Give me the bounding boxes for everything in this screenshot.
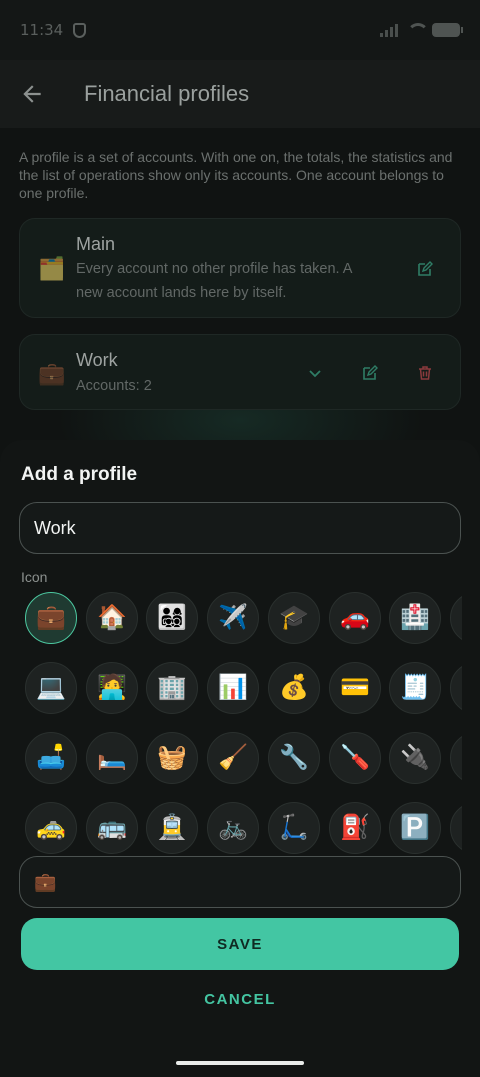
briefcase-icon: 💼	[38, 361, 66, 386]
icon-option[interactable]: 🪛	[329, 732, 381, 784]
icon-option-glyph: 🚗	[340, 604, 370, 631]
page-title: Financial profiles	[84, 81, 250, 106]
profile-name: Main	[76, 234, 116, 254]
icon-option-glyph: 🚌	[97, 814, 127, 841]
icon-option[interactable]: 🛏️	[86, 732, 138, 784]
icon-option[interactable]: 🔧	[268, 732, 320, 784]
icon-option-glyph: 🧾	[400, 674, 430, 701]
sheet-title: Add a profile	[21, 464, 138, 485]
app-bar: Financial profiles	[0, 60, 480, 128]
icon-option[interactable]: 🏠	[86, 592, 138, 644]
status-time: 11:34	[20, 21, 64, 39]
profile-card-main[interactable]: 🗂️ Main Every account no other profile h…	[19, 218, 461, 318]
icon-option-glyph: 🛴	[279, 814, 309, 841]
profile-subtitle: Every account no other profile has taken…	[76, 261, 352, 301]
icon-option-glyph: 🔧	[279, 744, 309, 771]
icon-option[interactable]	[450, 662, 462, 714]
icon-option[interactable]	[450, 802, 462, 854]
icon-option[interactable]: 🚕	[25, 802, 77, 854]
icon-option[interactable]: 🅿️	[389, 802, 441, 854]
icon-option[interactable]: 🚊	[146, 802, 198, 854]
icon-option[interactable]: 👨‍👩‍👧‍👦	[146, 592, 198, 644]
edit-icon	[363, 365, 378, 380]
icon-option-glyph: 🏠	[97, 604, 127, 631]
icon-option-glyph: 🚕	[36, 814, 66, 841]
icon-option-glyph: 🏢	[157, 674, 187, 701]
icon-option-glyph: ✈️	[218, 604, 248, 631]
profile-card-work[interactable]: 💼 Work Accounts: 2	[19, 334, 461, 410]
icon-option[interactable]: ✈️	[207, 592, 259, 644]
icon-option[interactable]: 💰	[268, 662, 320, 714]
expand-button[interactable]	[300, 358, 330, 388]
icon-option[interactable]: 🚲	[207, 802, 259, 854]
edit-profile-button[interactable]	[355, 358, 385, 388]
icon-option-glyph: 👨‍👩‍👧‍👦	[157, 604, 187, 631]
icon-option[interactable]	[450, 592, 462, 644]
icon-option-glyph: 🪛	[340, 744, 370, 771]
icon-option[interactable]: 🏥	[389, 592, 441, 644]
edit-icon	[418, 261, 433, 276]
screen: 11:34 Financial profiles A profile is a …	[0, 0, 480, 1077]
icon-option[interactable]	[450, 732, 462, 784]
icon-option-glyph: 🎓	[279, 604, 309, 631]
icon-option-glyph: 💻	[36, 674, 66, 701]
status-bar: 11:34	[0, 0, 480, 60]
icon-option[interactable]: 💻	[25, 662, 77, 714]
icon-option[interactable]: 🚗	[329, 592, 381, 644]
icon-option[interactable]: 💳	[329, 662, 381, 714]
icon-option-glyph: 🏥	[400, 604, 430, 631]
icon-option-glyph: 🔌	[400, 744, 430, 771]
icon-option-glyph: ⛽	[340, 814, 370, 841]
icon-option[interactable]: 🏢	[146, 662, 198, 714]
folder-icon: 🗂️	[38, 256, 66, 281]
profile-subtitle: Accounts: 2	[76, 378, 152, 394]
profile-name-input[interactable]	[19, 502, 461, 554]
save-button[interactable]: SAVE	[21, 918, 459, 970]
shield-icon	[73, 22, 87, 38]
icon-option[interactable]: 🧑‍💻	[86, 662, 138, 714]
status-icons	[380, 23, 463, 37]
arrow-back-icon	[23, 85, 41, 103]
home-indicator	[176, 1061, 304, 1065]
icon-grid: 💼 🏠 👨‍👩‍👧‍👦 ✈️ 🎓 🚗 🏥 💻 🧑‍💻 🏢 📊 💰 💳 🧾 🛋️ 🛏️ 🧺 🧹 🔧 🪛 🔌 🚕 🚌 🚊 🚲 🛴 ⛽ 🅿️	[0, 592, 462, 858]
icon-option-glyph: 🅿️	[400, 814, 430, 841]
profile-name: Work	[76, 350, 118, 370]
icon-option-glyph: 💼	[36, 604, 66, 631]
icon-option[interactable]: 🔌	[389, 732, 441, 784]
icon-option[interactable]: 🧹	[207, 732, 259, 784]
icon-option-glyph: 🧹	[218, 744, 248, 771]
icon-option[interactable]: 🛋️	[25, 732, 77, 784]
icon-option[interactable]: 🧺	[146, 732, 198, 784]
icon-option[interactable]: 🛴	[268, 802, 320, 854]
icon-option-glyph: 🧑‍💻	[97, 674, 127, 701]
icon-option-glyph: 🛋️	[36, 744, 66, 771]
selected-icon-preview: 💼	[34, 871, 57, 892]
icon-option-glyph: 💰	[279, 674, 309, 701]
icon-option[interactable]: 🎓	[268, 592, 320, 644]
icon-option-glyph: 🛏️	[97, 744, 127, 771]
icon-label: Icon	[21, 569, 48, 585]
cancel-button[interactable]: CANCEL	[180, 984, 300, 1014]
profiles-description: A profile is a set of accounts. With one…	[19, 149, 453, 201]
icon-option[interactable]: 💼	[25, 592, 77, 644]
chevron-down-icon	[309, 370, 321, 378]
icon-option[interactable]: 🧾	[389, 662, 441, 714]
icon-option-glyph: 💳	[340, 674, 370, 701]
add-profile-sheet: Add a profile Icon 💼 🏠 👨‍👩‍👧‍👦 ✈️ 🎓 🚗 🏥 💻 🧑‍💻 🏢 📊 💰…	[0, 440, 480, 1077]
icon-option-glyph: 🚲	[218, 814, 248, 841]
battery-icon	[432, 23, 463, 37]
icon-option-glyph: 📊	[218, 674, 248, 701]
delete-profile-button[interactable]	[410, 358, 440, 388]
selected-icon-field[interactable]: 💼	[19, 856, 461, 908]
icon-option-glyph: 🚊	[157, 814, 187, 841]
icon-option[interactable]: ⛽	[329, 802, 381, 854]
icon-option[interactable]: 📊	[207, 662, 259, 714]
trash-icon	[419, 366, 431, 380]
icon-option-glyph: 🧺	[157, 744, 187, 771]
edit-profile-button[interactable]	[410, 254, 440, 284]
signal-icon	[380, 23, 398, 37]
icon-option[interactable]: 🚌	[86, 802, 138, 854]
back-button[interactable]	[0, 60, 64, 128]
wifi-icon	[406, 23, 429, 37]
